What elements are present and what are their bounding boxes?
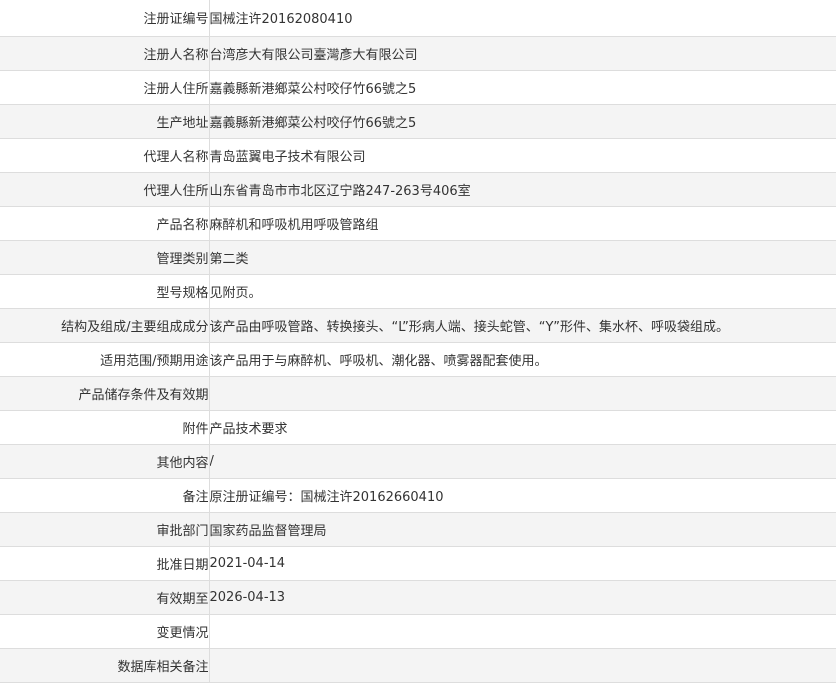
field-value: 该产品由呼吸管路、转换接头、“L”形病人端、接头蛇管、“Y”形件、集水杯、呼吸袋… xyxy=(209,307,836,343)
field-label: 产品储存条件及有效期 xyxy=(0,375,210,411)
field-label: 批准日期 xyxy=(0,545,210,581)
field-label: 管理类别 xyxy=(0,239,210,275)
field-label: 审批部门 xyxy=(0,511,210,547)
field-label: 产品名称 xyxy=(0,205,210,241)
field-value xyxy=(209,647,836,683)
field-label: 附件 xyxy=(0,409,210,445)
field-label: 结构及组成/主要组成成分 xyxy=(0,307,210,343)
field-label: 型号规格 xyxy=(0,273,210,309)
row-approval-department: 审批部门 国家药品监督管理局 xyxy=(0,511,836,547)
field-label: 注册人名称 xyxy=(0,35,210,71)
field-value: 原注册证编号：国械注许20162660410 xyxy=(209,477,836,513)
row-remarks: 备注 原注册证编号：国械注许20162660410 xyxy=(0,477,836,513)
row-registration-number: 注册证编号 国械注许20162080410 xyxy=(0,0,836,37)
row-product-name: 产品名称 麻醉机和呼吸机用呼吸管路组 xyxy=(0,205,836,241)
row-production-address: 生产地址 嘉義縣新港鄉菜公村咬仔竹66號之5 xyxy=(0,103,836,139)
field-value: / xyxy=(209,443,836,479)
field-value: 见附页。 xyxy=(209,273,836,309)
row-change-status: 变更情况 xyxy=(0,613,836,649)
row-model-spec: 型号规格 见附页。 xyxy=(0,273,836,309)
row-agent-address: 代理人住所 山东省青岛市市北区辽宁路247-263号406室 xyxy=(0,171,836,207)
field-value: 2026-04-13 xyxy=(209,579,836,615)
field-value: 产品技术要求 xyxy=(209,409,836,445)
row-intended-use: 适用范围/预期用途 该产品用于与麻醉机、呼吸机、潮化器、喷雾器配套使用。 xyxy=(0,341,836,377)
field-label: 代理人名称 xyxy=(0,137,210,173)
row-registrant-address: 注册人住所 嘉義縣新港鄉菜公村咬仔竹66號之5 xyxy=(0,69,836,105)
registration-detail-table: 注册证编号 国械注许20162080410 注册人名称 台湾彦大有限公司臺灣彥大… xyxy=(0,0,836,683)
field-value: 第二类 xyxy=(209,239,836,275)
field-value: 嘉義縣新港鄉菜公村咬仔竹66號之5 xyxy=(209,103,836,139)
field-label: 数据库相关备注 xyxy=(0,647,210,683)
row-database-notes: 数据库相关备注 xyxy=(0,647,836,683)
field-value: 国械注许20162080410 xyxy=(209,0,836,37)
row-management-category: 管理类别 第二类 xyxy=(0,239,836,275)
field-label: 有效期至 xyxy=(0,579,210,615)
row-structure-composition: 结构及组成/主要组成成分 该产品由呼吸管路、转换接头、“L”形病人端、接头蛇管、… xyxy=(0,307,836,343)
field-label: 变更情况 xyxy=(0,613,210,649)
field-value: 台湾彦大有限公司臺灣彥大有限公司 xyxy=(209,35,836,71)
field-value xyxy=(209,375,836,411)
field-label: 适用范围/预期用途 xyxy=(0,341,210,377)
row-attachment: 附件 产品技术要求 xyxy=(0,409,836,445)
row-storage-validity: 产品储存条件及有效期 xyxy=(0,375,836,411)
row-valid-until: 有效期至 2026-04-13 xyxy=(0,579,836,615)
field-label: 注册证编号 xyxy=(0,0,210,37)
field-label: 注册人住所 xyxy=(0,69,210,105)
row-agent-name: 代理人名称 青岛蓝翼电子技术有限公司 xyxy=(0,137,836,173)
field-value: 该产品用于与麻醉机、呼吸机、潮化器、喷雾器配套使用。 xyxy=(209,341,836,377)
row-approval-date: 批准日期 2021-04-14 xyxy=(0,545,836,581)
field-label: 生产地址 xyxy=(0,103,210,139)
field-label: 备注 xyxy=(0,477,210,513)
field-value: 国家药品监督管理局 xyxy=(209,511,836,547)
field-value: 嘉義縣新港鄉菜公村咬仔竹66號之5 xyxy=(209,69,836,105)
row-other-content: 其他内容 / xyxy=(0,443,836,479)
field-label: 其他内容 xyxy=(0,443,210,479)
field-value: 麻醉机和呼吸机用呼吸管路组 xyxy=(209,205,836,241)
row-registrant-name: 注册人名称 台湾彦大有限公司臺灣彥大有限公司 xyxy=(0,35,836,71)
field-value: 2021-04-14 xyxy=(209,545,836,581)
field-value: 山东省青岛市市北区辽宁路247-263号406室 xyxy=(209,171,836,207)
field-label: 代理人住所 xyxy=(0,171,210,207)
field-value xyxy=(209,613,836,649)
field-value: 青岛蓝翼电子技术有限公司 xyxy=(209,137,836,173)
